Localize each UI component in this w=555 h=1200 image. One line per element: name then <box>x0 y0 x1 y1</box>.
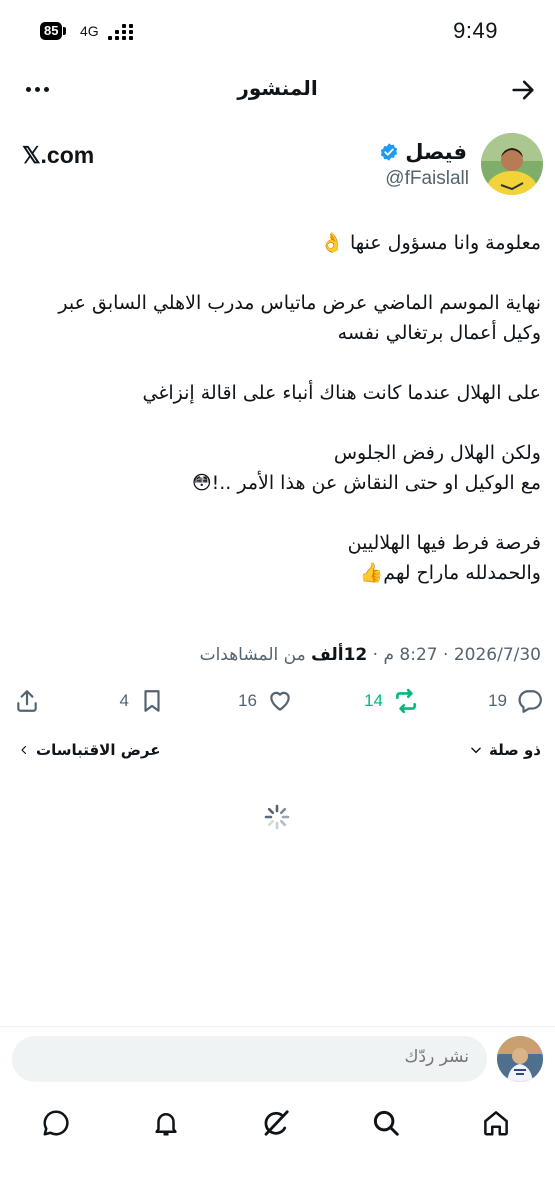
x-logo-watermark: 𝕏.com <box>22 142 95 168</box>
like-count: 16 <box>238 691 257 710</box>
signal-icon <box>108 20 133 40</box>
divider <box>0 1026 555 1027</box>
home-icon[interactable] <box>481 1108 513 1140</box>
tweet-date: 2026/7/30 <box>453 645 541 665</box>
author-handle[interactable]: @fFaislall <box>385 168 469 190</box>
tweet-paragraph: نهاية الموسم الماضي عرض ماتياس مدرب الاه… <box>13 288 541 348</box>
tweet-paragraph: معلومة وانا مسؤول عنها 👌 <box>13 228 541 258</box>
tweet-line: معلومة وانا مسؤول عنها 👌 <box>320 232 541 254</box>
reply-count: 19 <box>488 691 507 710</box>
reply-composer[interactable] <box>12 1036 487 1082</box>
chevron-left-icon <box>21 745 27 755</box>
tweet-time: 8:27 م <box>383 645 438 665</box>
view-quotes-label: عرض الاقتباسات <box>36 741 161 759</box>
tweet-line: على الهلال عندما كانت هناك أنباء على اقا… <box>142 382 541 404</box>
action-bar: 19 14 16 4 <box>0 683 555 719</box>
top-header: المنشور <box>0 62 555 117</box>
repost-count: 14 <box>364 691 383 710</box>
related-toggle[interactable]: ذو صلة <box>469 741 541 759</box>
tweet-line: فرصة فرط فيها الهلاليين <box>347 532 541 554</box>
tweet-line: مع الوكيل او حتى النقاش عن هذا الأمر ..!… <box>191 472 541 494</box>
verified-badge-icon <box>381 143 398 161</box>
clock: 9:49 <box>453 18 498 43</box>
messages-icon[interactable] <box>41 1108 73 1140</box>
bottom-nav <box>0 1100 555 1150</box>
share-button[interactable] <box>14 683 40 719</box>
search-icon[interactable] <box>371 1108 403 1140</box>
view-quotes-link[interactable]: عرض الاقتباسات <box>18 741 160 759</box>
bookmark-icon <box>144 690 160 712</box>
tweet-text: معلومة وانا مسؤول عنها 👌 نهاية الموسم الم… <box>13 228 541 588</box>
views-count[interactable]: 12ألف <box>311 645 367 665</box>
tweet-paragraph: ولكن الهلال رفض الجلوس مع الوكيل او حتى ا… <box>13 438 541 498</box>
loading-spinner-icon <box>264 804 290 830</box>
reply-input[interactable] <box>250 1047 469 1067</box>
page-title: المنشور <box>237 76 318 100</box>
heart-icon <box>270 691 290 711</box>
tweet-meta: 2026/7/30 · 8:27 م · 12ألف من المشاهدات <box>199 645 541 665</box>
network-type: 4G <box>80 23 99 39</box>
repost-icon <box>396 688 416 714</box>
tweet-line: وكيل أعمال برتغالي نفسه <box>337 322 541 344</box>
tweet-line: نهاية الموسم الماضي عرض ماتياس مدرب الاه… <box>58 292 541 314</box>
like-button[interactable]: 16 <box>238 683 293 719</box>
views-label: من المشاهدات <box>199 645 306 665</box>
tweet-paragraph: فرصة فرط فيها الهلاليين والحمدلله ماراح ل… <box>13 528 541 588</box>
bookmark-button[interactable]: 4 <box>120 683 165 719</box>
battery-indicator: 85 <box>40 22 68 40</box>
related-label: ذو صلة <box>489 741 541 759</box>
reply-icon <box>518 690 542 713</box>
status-bar: 85 4G 9:49 <box>0 0 555 62</box>
tweet-line: ولكن الهلال رفض الجلوس <box>333 442 541 464</box>
tweet-paragraph: على الهلال عندما كانت هناك أنباء على اقا… <box>13 378 541 408</box>
user-avatar[interactable] <box>497 1036 543 1082</box>
author-name[interactable]: فيصل <box>405 140 467 164</box>
arrow-right-icon[interactable] <box>509 76 537 104</box>
reply-button[interactable]: 19 <box>488 683 543 719</box>
repost-button[interactable]: 14 <box>364 683 419 719</box>
chevron-down-icon <box>471 747 481 754</box>
author-name-row[interactable]: فيصل <box>379 140 467 164</box>
related-row: ذو صلة عرض الاقتباسات <box>0 741 555 769</box>
notifications-icon[interactable] <box>151 1108 183 1140</box>
grok-icon[interactable] <box>261 1108 293 1140</box>
share-icon <box>17 690 37 712</box>
tweet-line: والحمدلله ماراح لهم👍 <box>359 562 541 584</box>
author-avatar[interactable] <box>481 133 543 195</box>
bookmark-count: 4 <box>119 691 129 710</box>
